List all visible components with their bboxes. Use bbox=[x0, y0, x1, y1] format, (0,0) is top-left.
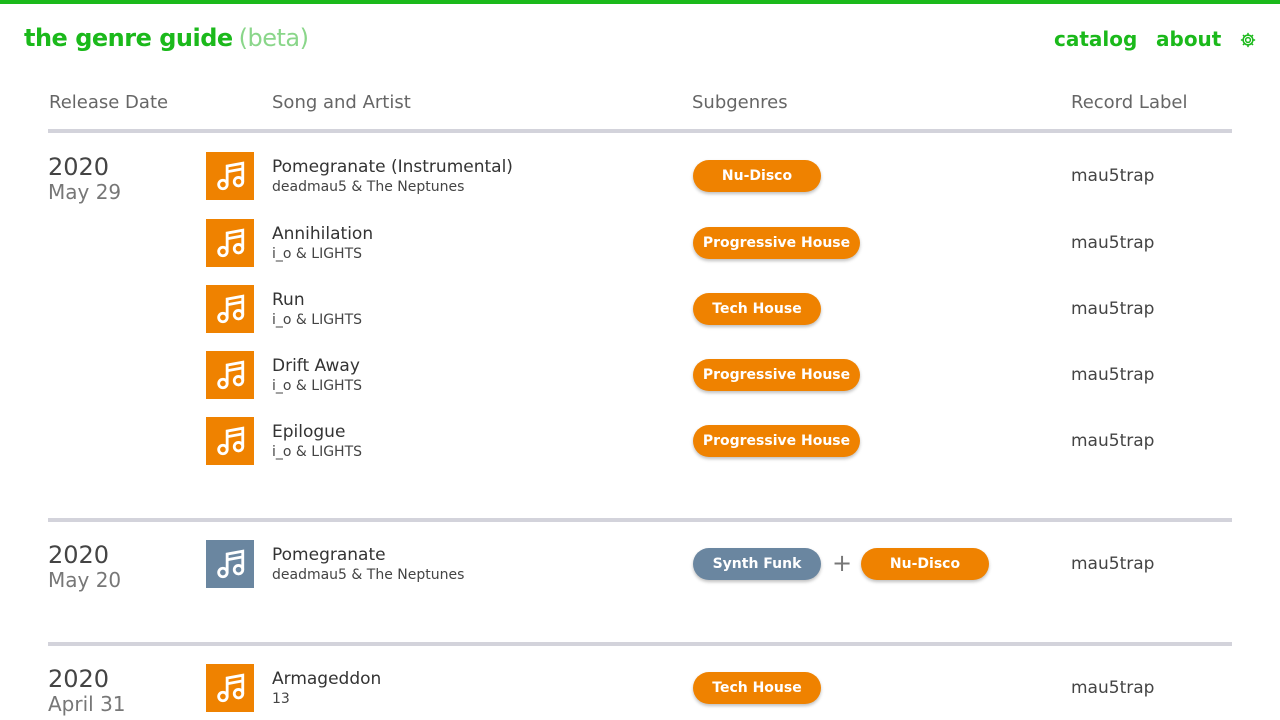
album-art[interactable] bbox=[206, 285, 254, 333]
song-artist[interactable]: deadmau5 & The Neptunes bbox=[272, 179, 464, 195]
record-label[interactable]: mau5trap bbox=[1071, 431, 1154, 451]
genre-pill-tech-house[interactable]: Tech House bbox=[693, 672, 821, 704]
record-label[interactable]: mau5trap bbox=[1071, 365, 1154, 385]
music-note-icon bbox=[217, 228, 245, 258]
song-artist[interactable]: i_o & LIGHTS bbox=[272, 378, 362, 394]
album-art[interactable] bbox=[206, 540, 254, 588]
song-title[interactable]: Pomegranate bbox=[272, 545, 386, 565]
brand-beta-tag: (beta) bbox=[238, 24, 309, 52]
genre-pill-nu-disco[interactable]: Nu-Disco bbox=[693, 160, 821, 192]
music-note-icon bbox=[217, 673, 245, 703]
header-divider bbox=[48, 129, 1232, 133]
song-artist[interactable]: i_o & LIGHTS bbox=[272, 312, 362, 328]
music-note-icon bbox=[217, 549, 245, 579]
music-note-icon bbox=[217, 360, 245, 390]
release-year: 2020 bbox=[48, 665, 110, 693]
song-artist[interactable]: 13 bbox=[272, 691, 290, 707]
genre-pill-progressive-house[interactable]: Progressive House bbox=[693, 425, 860, 457]
nav-about-link[interactable]: about bbox=[1156, 27, 1221, 51]
song-artist[interactable]: i_o & LIGHTS bbox=[272, 444, 362, 460]
genre-pill-progressive-house[interactable]: Progressive House bbox=[693, 227, 860, 259]
column-header-release-date[interactable]: Release Date bbox=[49, 92, 168, 113]
song-title[interactable]: Run bbox=[272, 290, 305, 310]
gear-icon[interactable] bbox=[1239, 31, 1257, 49]
record-label[interactable]: mau5trap bbox=[1071, 554, 1154, 574]
song-title[interactable]: Pomegranate (Instrumental) bbox=[272, 157, 513, 177]
song-title[interactable]: Armageddon bbox=[272, 669, 381, 689]
song-title[interactable]: Epilogue bbox=[272, 422, 345, 442]
release-day: April 31 bbox=[48, 692, 126, 716]
group-divider bbox=[48, 642, 1232, 646]
record-label[interactable]: mau5trap bbox=[1071, 678, 1154, 698]
genre-pill-synth-funk[interactable]: Synth Funk bbox=[693, 548, 821, 580]
top-accent-bar bbox=[0, 0, 1280, 4]
column-header-record-label[interactable]: Record Label bbox=[1071, 92, 1187, 113]
release-day: May 20 bbox=[48, 568, 122, 592]
record-label[interactable]: mau5trap bbox=[1071, 299, 1154, 319]
song-title[interactable]: Drift Away bbox=[272, 356, 360, 376]
song-artist[interactable]: deadmau5 & The Neptunes bbox=[272, 567, 464, 583]
record-label[interactable]: mau5trap bbox=[1071, 233, 1154, 253]
column-header-subgenres[interactable]: Subgenres bbox=[692, 92, 788, 113]
brand-logo[interactable]: the genre guide (beta) bbox=[24, 24, 309, 52]
group-divider bbox=[48, 518, 1232, 522]
album-art[interactable] bbox=[206, 351, 254, 399]
brand-name: the genre guide bbox=[24, 24, 233, 52]
plus-icon: + bbox=[832, 549, 853, 577]
album-art[interactable] bbox=[206, 664, 254, 712]
column-header-song-artist[interactable]: Song and Artist bbox=[272, 92, 411, 113]
album-art[interactable] bbox=[206, 219, 254, 267]
record-label[interactable]: mau5trap bbox=[1071, 166, 1154, 186]
genre-pill-progressive-house[interactable]: Progressive House bbox=[693, 359, 860, 391]
release-year: 2020 bbox=[48, 153, 110, 181]
song-title[interactable]: Annihilation bbox=[272, 224, 373, 244]
music-note-icon bbox=[217, 294, 245, 324]
release-year: 2020 bbox=[48, 541, 110, 569]
album-art[interactable] bbox=[206, 152, 254, 200]
genre-pill-tech-house[interactable]: Tech House bbox=[693, 293, 821, 325]
album-art[interactable] bbox=[206, 417, 254, 465]
song-artist[interactable]: i_o & LIGHTS bbox=[272, 246, 362, 262]
release-day: May 29 bbox=[48, 180, 122, 204]
music-note-icon bbox=[217, 161, 245, 191]
music-note-icon bbox=[217, 426, 245, 456]
nav-catalog-link[interactable]: catalog bbox=[1054, 27, 1137, 51]
genre-pill-nu-disco[interactable]: Nu-Disco bbox=[861, 548, 989, 580]
